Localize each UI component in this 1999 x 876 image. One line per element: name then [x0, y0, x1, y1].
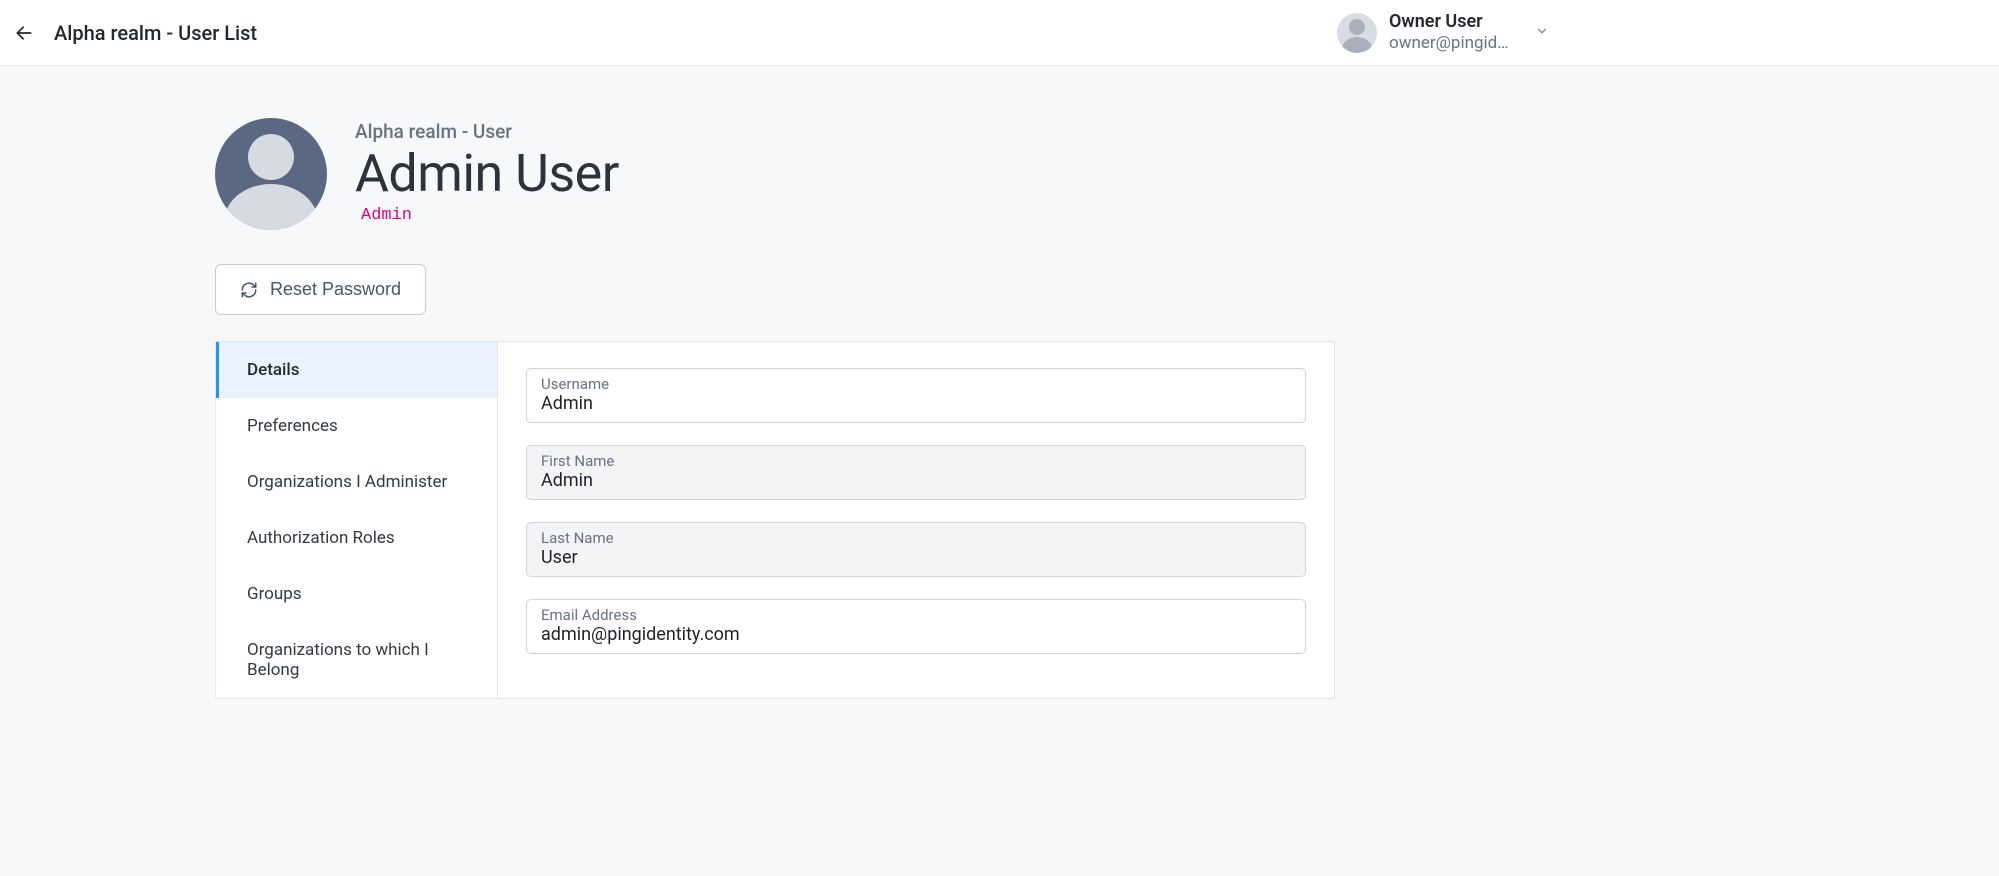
tab-groups[interactable]: Groups [216, 566, 497, 622]
breadcrumb[interactable]: Alpha realm - User List [54, 21, 257, 45]
user-menu[interactable]: Owner User owner@pingid… [1337, 11, 1979, 55]
current-user-name: Owner User [1389, 11, 1519, 34]
field-email: Email Address [526, 599, 1306, 654]
reset-password-button[interactable]: Reset Password [215, 264, 426, 315]
topbar-left: Alpha realm - User List [8, 17, 257, 49]
field-username: Username [526, 368, 1306, 423]
username-label: Username [541, 375, 1291, 393]
field-last-name: Last Name [526, 522, 1306, 577]
current-user-email: owner@pingid… [1389, 33, 1519, 54]
page-title: Admin User [355, 143, 619, 204]
back-button[interactable] [8, 17, 40, 49]
last-name-input[interactable] [541, 547, 1291, 568]
email-input[interactable] [541, 624, 1291, 645]
user-avatar-icon [215, 118, 327, 230]
username-input[interactable] [541, 393, 1291, 414]
topbar: Alpha realm - User List Owner User owner… [0, 0, 1999, 66]
user-badge: Admin [361, 206, 619, 225]
refresh-icon [240, 281, 258, 299]
reset-password-label: Reset Password [270, 279, 401, 300]
actions-row: Reset Password [215, 264, 1335, 315]
field-first-name: First Name [526, 445, 1306, 500]
first-name-label: First Name [541, 452, 1291, 470]
side-tabs: Details Preferences Organizations I Admi… [216, 342, 498, 698]
details-form: Username First Name Last Name Email Addr… [498, 342, 1334, 698]
container: Alpha realm - User Admin User Admin Rese… [215, 118, 1335, 699]
arrow-left-icon [14, 23, 34, 43]
chevron-down-icon [1535, 23, 1549, 42]
first-name-input[interactable] [541, 470, 1291, 491]
page-subtitle: Alpha realm - User [355, 120, 619, 143]
email-label: Email Address [541, 606, 1291, 624]
tab-orgs-administer[interactable]: Organizations I Administer [216, 454, 497, 510]
page-body: Alpha realm - User Admin User Admin Rese… [0, 66, 1999, 876]
tab-orgs-belong[interactable]: Organizations to which I Belong [216, 622, 497, 698]
tab-details[interactable]: Details [216, 342, 497, 398]
user-header-text: Alpha realm - User Admin User Admin [355, 118, 619, 225]
detail-panel: Details Preferences Organizations I Admi… [215, 341, 1335, 699]
tab-authorization-roles[interactable]: Authorization Roles [216, 510, 497, 566]
user-header: Alpha realm - User Admin User Admin [215, 118, 1335, 230]
tab-preferences[interactable]: Preferences [216, 398, 497, 454]
avatar-icon [1337, 13, 1377, 53]
last-name-label: Last Name [541, 529, 1291, 547]
user-info: Owner User owner@pingid… [1389, 11, 1519, 55]
